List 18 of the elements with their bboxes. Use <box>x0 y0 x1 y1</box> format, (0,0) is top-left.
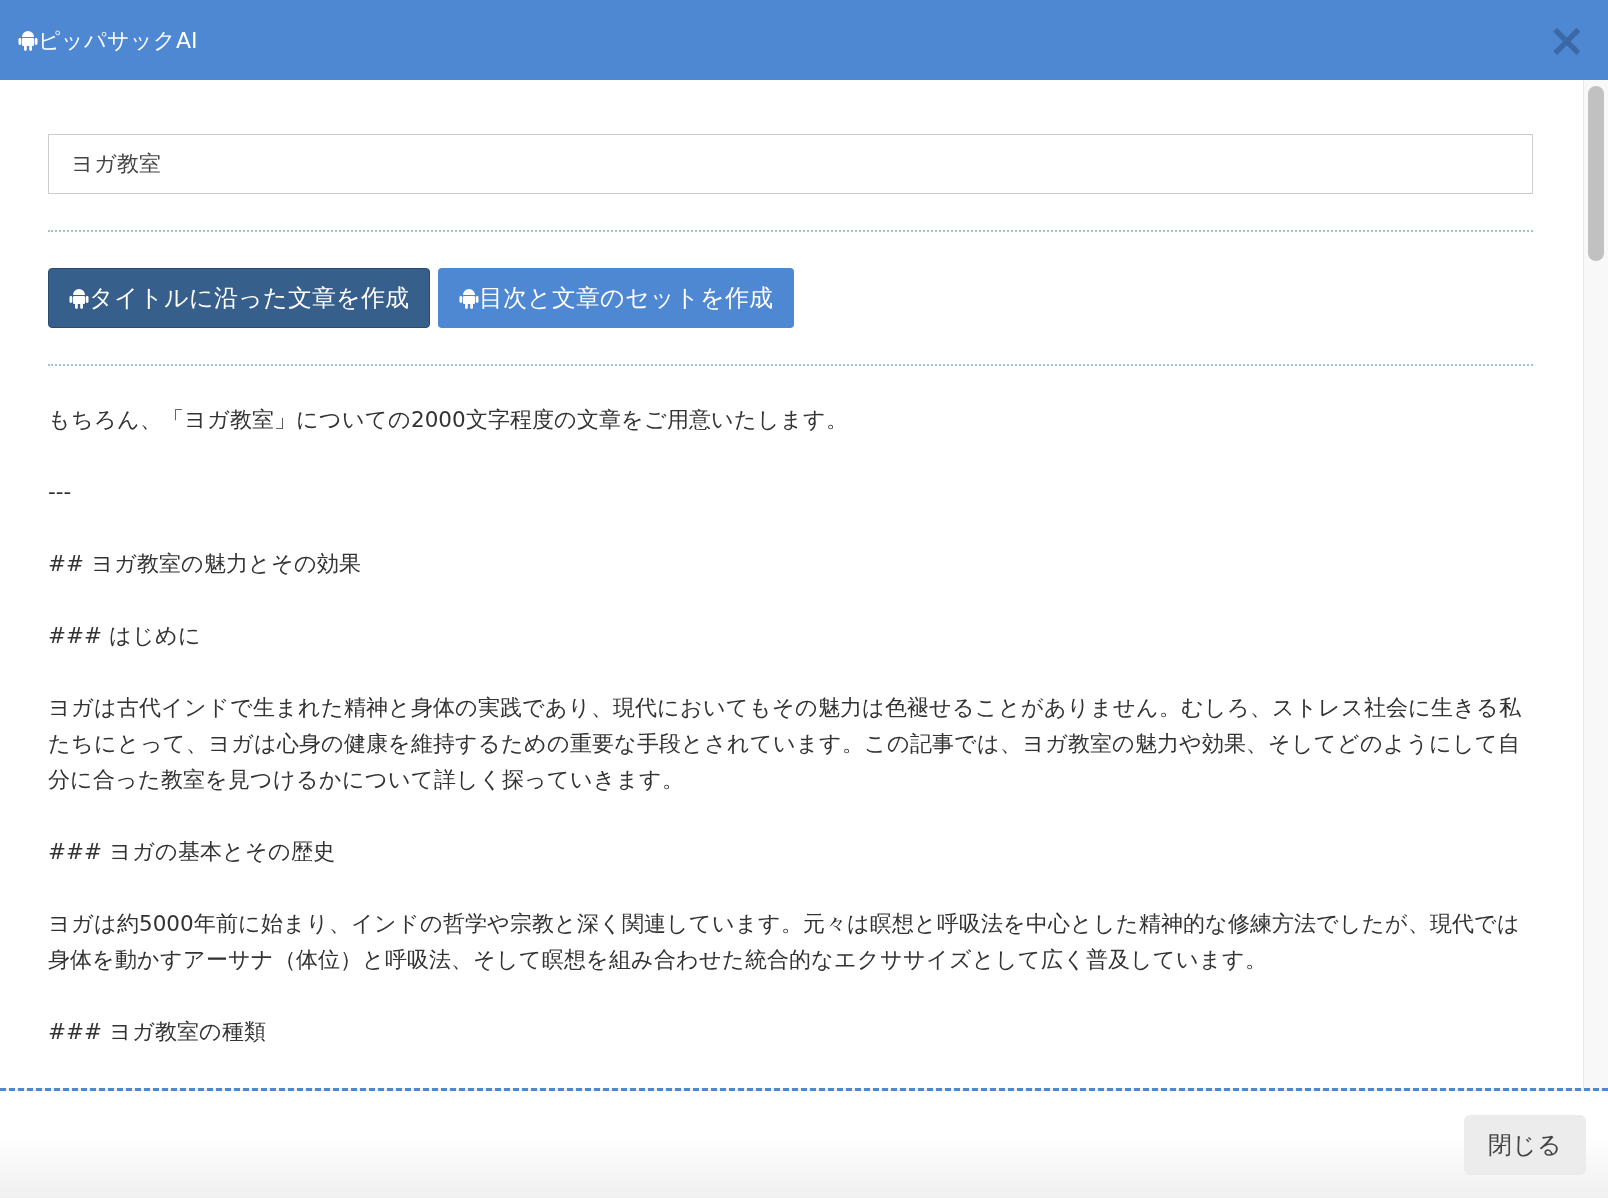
output-paragraph: ヨガは約5000年前に始まり、インドの哲学や宗教と深く関連しています。元々は瞑想と呼吸法を中心とした精神的な修練方法でしたが、現代では身体を動かすアーサナ（体位）と呼吸法、そして瞑想を組み合わせた統合的なエクササイズとして広く普及しています。 <box>48 910 1521 974</box>
window-title: ピッパサックAI <box>38 26 198 55</box>
android-icon <box>18 29 38 51</box>
output-paragraph: ### はじめに <box>48 622 202 650</box>
generate-button[interactable]: タイトルに沿った文章を作成 <box>48 268 430 328</box>
output-paragraph: ヨガは古代インドで生まれた精神と身体の実践であり、現代においてもその魅力は色褪せることがありません。むしろ、ストレス社会に生きる私たちにとって、ヨガは心身の健康を維持するための重要な手段とされています。この記事では、ヨガ教室の魅力や効果、そしてどのようにして自分に合った教室を見つけるかについて詳しく探っていきます。 <box>48 694 1522 794</box>
output-paragraph: もちろん、「ヨガ教室」についての2000文字程度の文章をご用意いたします。 <box>48 406 849 434</box>
title-input-field[interactable]: ヨガ教室 <box>48 134 1533 194</box>
scrollbar-thumb[interactable] <box>1588 86 1604 261</box>
scrollbar[interactable] <box>1583 80 1608 1088</box>
android-icon <box>459 287 479 309</box>
generate-button[interactable]: 目次と文章のセットを作成 <box>438 268 794 328</box>
output-paragraph: --- <box>48 478 73 506</box>
output-paragraph: ## ヨガ教室の魅力とその効果 <box>48 550 362 578</box>
close-dialog-button[interactable]: 閉じる <box>1464 1114 1586 1175</box>
output-paragraph: ### ヨガの基本とその歴史 <box>48 838 336 866</box>
output-paragraph: ### ヨガ教室の種類 <box>48 1018 267 1046</box>
android-icon <box>69 287 89 309</box>
